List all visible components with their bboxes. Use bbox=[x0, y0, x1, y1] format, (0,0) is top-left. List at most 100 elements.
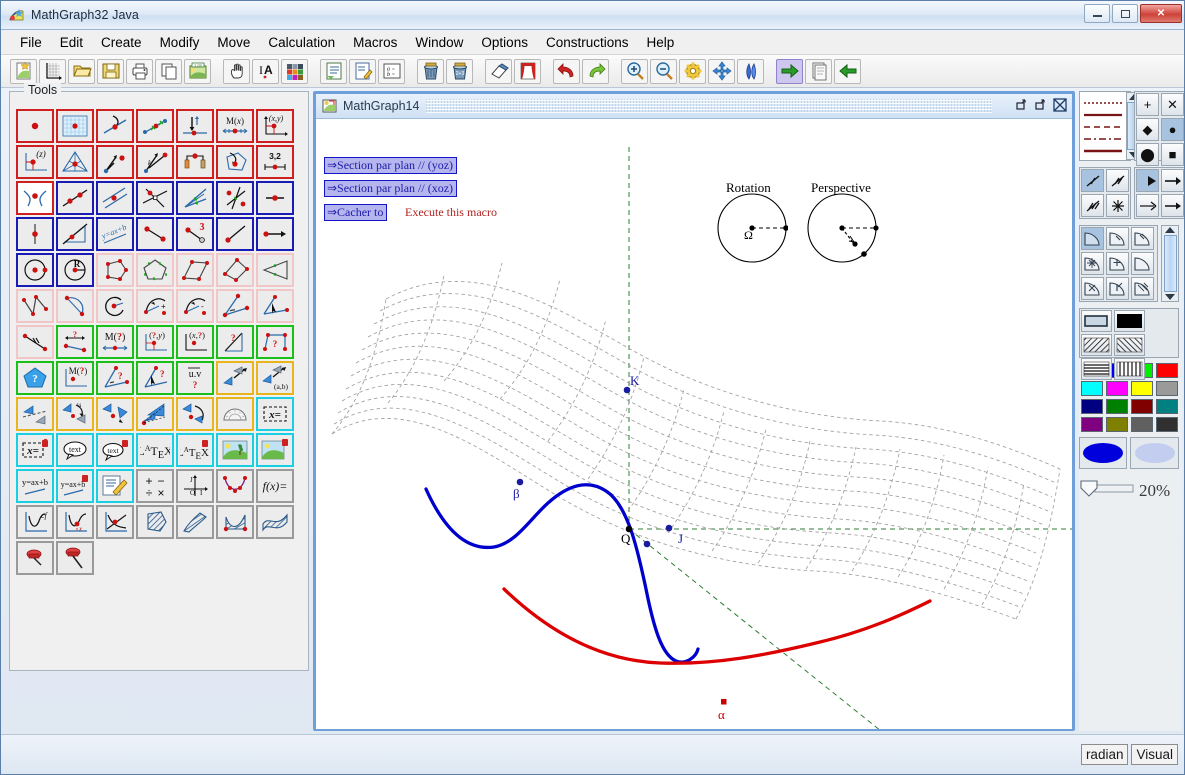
step-back-icon[interactable] bbox=[834, 58, 861, 84]
maximize-button[interactable] bbox=[1112, 4, 1138, 23]
angle-arc-tick[interactable] bbox=[1106, 227, 1129, 250]
tool-point-on-grid[interactable] bbox=[56, 109, 94, 143]
line-style-solid[interactable] bbox=[1082, 107, 1124, 119]
tool-half-line[interactable] bbox=[216, 217, 254, 251]
tool-measure-m-question[interactable]: M(?) bbox=[96, 325, 134, 359]
undo-icon[interactable] bbox=[553, 58, 580, 84]
zoom-out-icon[interactable] bbox=[650, 58, 677, 84]
tool-point-on-segment[interactable] bbox=[136, 109, 174, 143]
color-swatch-3[interactable] bbox=[1155, 362, 1178, 378]
minimize-button[interactable] bbox=[1084, 4, 1110, 23]
large-dot-marker[interactable]: ⬤ bbox=[1136, 143, 1159, 166]
menu-constructions[interactable]: Constructions bbox=[537, 33, 638, 52]
fill-horizontal-lines[interactable] bbox=[1081, 358, 1112, 380]
angle-arc-plus[interactable] bbox=[1106, 252, 1129, 275]
color-swatch-11[interactable] bbox=[1155, 398, 1178, 414]
plus-marker[interactable]: + bbox=[1136, 93, 1159, 116]
tool-free-point[interactable] bbox=[16, 109, 54, 143]
color-swatch-8[interactable] bbox=[1080, 398, 1103, 414]
plain-arrow[interactable] bbox=[1161, 194, 1184, 217]
step-forward-icon[interactable] bbox=[776, 58, 803, 84]
tool-line-y-ax-b[interactable]: y=ax+b bbox=[96, 217, 134, 251]
tool-fill-polygon[interactable] bbox=[136, 505, 174, 539]
color-swatch-5[interactable] bbox=[1105, 380, 1128, 396]
tool-circle-arc-chord[interactable] bbox=[56, 289, 94, 323]
tool-point-m-question[interactable]: M(?) bbox=[56, 361, 94, 395]
angle-unit-button[interactable]: radian bbox=[1080, 744, 1129, 765]
tool-arc-minus[interactable]: - bbox=[176, 289, 214, 323]
tool-polygon[interactable] bbox=[96, 253, 134, 287]
trash-calc-icon[interactable]: 2+3 bbox=[446, 58, 473, 84]
tool-pin-flat[interactable] bbox=[16, 541, 54, 575]
tool-parallelogram[interactable] bbox=[176, 253, 214, 287]
triple-tick[interactable] bbox=[1081, 194, 1104, 217]
gear-settings-icon[interactable] bbox=[679, 58, 706, 84]
tool-text-locked[interactable]: text bbox=[96, 433, 134, 467]
point-style-grid[interactable]: + ✕ ◆ ● ⬤ ■ bbox=[1134, 91, 1184, 166]
tool-regular-polygon[interactable] bbox=[136, 253, 174, 287]
tool-angle-pick[interactable] bbox=[256, 289, 294, 323]
copy-icon[interactable] bbox=[155, 58, 182, 84]
tool-point-projection[interactable] bbox=[176, 109, 214, 143]
open-arrow-1[interactable] bbox=[1161, 169, 1184, 192]
menu-edit[interactable]: Edit bbox=[51, 33, 92, 52]
tool-reflection-line[interactable] bbox=[16, 397, 54, 431]
redo-icon[interactable] bbox=[582, 58, 609, 84]
angle-mark-scrollbar[interactable] bbox=[1161, 225, 1179, 302]
color-swatch-4[interactable] bbox=[1080, 380, 1103, 396]
new-document-icon[interactable] bbox=[10, 58, 37, 84]
document-list-icon[interactable] bbox=[320, 58, 347, 84]
tool-curve-plot[interactable]: cf bbox=[16, 505, 54, 539]
tool-segment-two-pts[interactable] bbox=[136, 217, 174, 251]
pages-icon[interactable] bbox=[805, 58, 832, 84]
text-cursor-icon[interactable]: IA bbox=[252, 58, 279, 84]
tool-rotation-quarter[interactable]: ¼ bbox=[56, 397, 94, 431]
tool-point-m-of-x[interactable]: M(x) bbox=[216, 109, 254, 143]
tool-curve-point[interactable]: x bbox=[56, 505, 94, 539]
square-marker[interactable]: ■ bbox=[1161, 143, 1184, 166]
color-swatch-9[interactable] bbox=[1105, 398, 1128, 414]
tool-circle-radius[interactable]: R bbox=[56, 253, 94, 287]
tool-point-xy[interactable]: (x,y) bbox=[256, 109, 294, 143]
tool-angle-pick-question[interactable]: ? bbox=[136, 361, 174, 395]
tool-isosceles-triangle[interactable] bbox=[256, 253, 294, 287]
tool-point-on-line[interactable] bbox=[96, 109, 134, 143]
fill-outline[interactable] bbox=[1081, 310, 1112, 332]
tool-vertical-line[interactable] bbox=[16, 217, 54, 251]
scroll-down-icon[interactable] bbox=[1165, 294, 1175, 300]
tool-segment[interactable] bbox=[256, 181, 294, 215]
tool-dot-product[interactable]: u.v? bbox=[176, 361, 214, 395]
menu-options[interactable]: Options bbox=[472, 33, 537, 52]
tool-measure-area[interactable]: ? bbox=[256, 325, 294, 359]
menu-modify[interactable]: Modify bbox=[151, 33, 209, 52]
thin-arrow[interactable] bbox=[1136, 194, 1159, 217]
tool-tick-mark[interactable] bbox=[16, 325, 54, 359]
tool-image-locked[interactable] bbox=[256, 433, 294, 467]
fill-hatch-left[interactable] bbox=[1114, 334, 1145, 356]
tool-tangent[interactable] bbox=[96, 505, 134, 539]
angle-sector-fill[interactable] bbox=[1131, 252, 1154, 275]
trash-icon[interactable] bbox=[417, 58, 444, 84]
save-floppy-icon[interactable] bbox=[97, 58, 124, 84]
tool-image[interactable] bbox=[216, 433, 254, 467]
close-button[interactable] bbox=[1053, 98, 1067, 112]
tool-axes[interactable]: JOI bbox=[176, 469, 214, 503]
tool-measure-x[interactable]: (x,?) bbox=[176, 325, 214, 359]
print-icon[interactable] bbox=[126, 58, 153, 84]
line-style-dashed[interactable] bbox=[1082, 119, 1124, 131]
arrow-style-grid[interactable] bbox=[1134, 167, 1184, 219]
star-tick[interactable] bbox=[1106, 194, 1129, 217]
visual-mode-button[interactable]: Visual bbox=[1131, 744, 1178, 765]
angle-mark-grid[interactable] bbox=[1079, 225, 1158, 302]
tool-angle-mark[interactable] bbox=[216, 289, 254, 323]
tool-edit-note[interactable] bbox=[96, 469, 134, 503]
tool-translation[interactable] bbox=[216, 361, 254, 395]
tool-vector-arrow[interactable] bbox=[256, 217, 294, 251]
transparent-ellipse-preview[interactable] bbox=[1130, 437, 1179, 469]
tool-point-coords-32[interactable]: 3,2 bbox=[256, 145, 294, 179]
opaque-ellipse-preview[interactable] bbox=[1079, 437, 1127, 469]
tool-point-z[interactable]: (z) bbox=[16, 145, 54, 179]
tool-point-series[interactable] bbox=[216, 469, 254, 503]
opacity-slider[interactable] bbox=[1079, 477, 1135, 504]
tool-display-value[interactable]: x= bbox=[256, 397, 294, 431]
